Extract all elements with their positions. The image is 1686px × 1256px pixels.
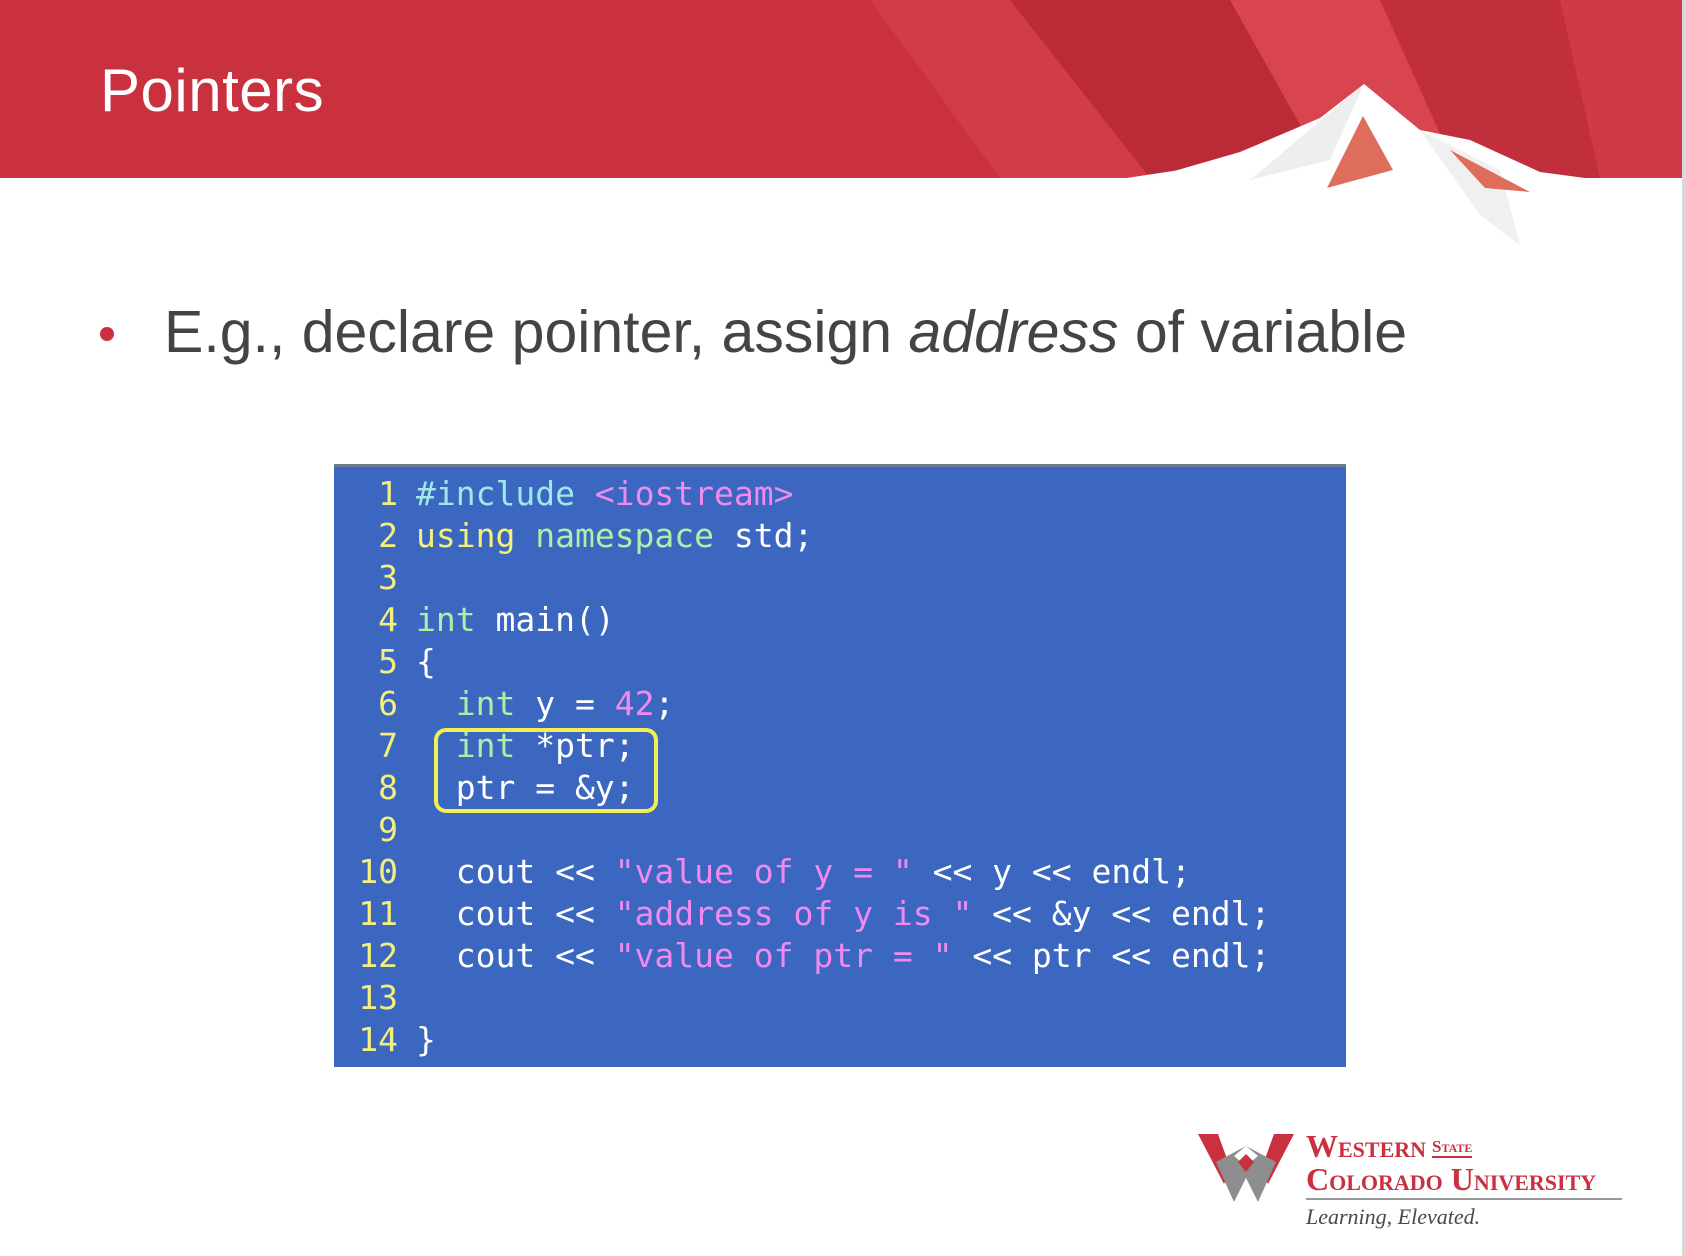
line-number: 9 bbox=[378, 810, 398, 849]
logo-divider bbox=[1306, 1198, 1622, 1200]
code-token: std; bbox=[714, 516, 814, 555]
code-line: 6 int y = 42; bbox=[334, 683, 1270, 725]
logo-line1: Western bbox=[1306, 1128, 1427, 1164]
line-number: 4 bbox=[378, 600, 398, 639]
code-token: "value of y = " bbox=[614, 852, 913, 891]
highlight-box bbox=[434, 728, 658, 813]
code-token: "address of y is " bbox=[614, 894, 973, 933]
line-number: 12 bbox=[358, 936, 398, 975]
line-number: 1 bbox=[378, 474, 398, 513]
code-line: 9 bbox=[334, 809, 1270, 851]
code-line: 2 using namespace std; bbox=[334, 515, 1270, 557]
code-token: "value of ptr = " bbox=[614, 936, 953, 975]
line-number: 7 bbox=[378, 726, 398, 765]
code-token: << y << endl; bbox=[912, 852, 1191, 891]
code-text: int main() bbox=[416, 599, 615, 641]
line-number: 8 bbox=[378, 768, 398, 807]
code-token: using bbox=[416, 516, 516, 555]
code-token: namespace bbox=[535, 516, 715, 555]
university-logo: Western State Colorado University Learnin… bbox=[1198, 1128, 1628, 1238]
slide-edge bbox=[1682, 0, 1686, 1256]
bullet-text-emphasis: address bbox=[908, 299, 1119, 365]
code-text: } bbox=[416, 1019, 436, 1061]
code-token: cout << bbox=[416, 936, 615, 975]
line-number: 10 bbox=[358, 852, 398, 891]
bullet-text: E.g., declare pointer, assign address of… bbox=[164, 298, 1407, 366]
code-token: cout << bbox=[416, 894, 615, 933]
bullet-text-prefix: E.g., declare pointer, assign bbox=[164, 299, 909, 365]
code-text: int y = 42; bbox=[416, 683, 675, 725]
header-banner bbox=[0, 0, 1686, 260]
code-line: 13 bbox=[334, 977, 1270, 1019]
code-text: #include <iostream> bbox=[416, 473, 794, 515]
code-snippet: 1 #include <iostream> 2 using namespace std… bbox=[334, 464, 1346, 1067]
line-number: 6 bbox=[378, 684, 398, 723]
code-token: << &y << endl; bbox=[972, 894, 1271, 933]
code-text: cout << "address of y is " << &y << endl… bbox=[416, 893, 1271, 935]
code-line: 3 bbox=[334, 557, 1270, 599]
code-token: } bbox=[416, 1020, 436, 1059]
code-token: int bbox=[455, 684, 516, 723]
line-number: 13 bbox=[358, 978, 398, 1017]
code-token: <iostream> bbox=[594, 474, 794, 513]
bullet-text-suffix: of variable bbox=[1118, 299, 1408, 365]
code-line: 11 cout << "address of y is " << &y << e… bbox=[334, 893, 1270, 935]
code-text: cout << "value of ptr = " << ptr << endl… bbox=[416, 935, 1271, 977]
line-number: 5 bbox=[378, 642, 398, 681]
line-number: 11 bbox=[358, 894, 398, 933]
code-token: y = bbox=[515, 684, 615, 723]
line-number: 14 bbox=[358, 1020, 398, 1059]
code-token: ; bbox=[654, 684, 675, 723]
code-line: 1 #include <iostream> bbox=[334, 473, 1270, 515]
logo-tagline: Learning, Elevated. bbox=[1306, 1204, 1481, 1229]
code-line: 10 cout << "value of y = " << y << endl; bbox=[334, 851, 1270, 893]
code-token: 42 bbox=[614, 684, 655, 723]
code-line: 14} bbox=[334, 1019, 1270, 1061]
code-text: using namespace std; bbox=[416, 515, 813, 557]
code-text: { bbox=[416, 641, 436, 683]
code-token: << ptr << endl; bbox=[952, 936, 1271, 975]
slide-title: Pointers bbox=[100, 57, 325, 124]
code-token: #include bbox=[416, 474, 575, 513]
bullet-item: E.g., declare pointer, assign address of… bbox=[100, 298, 1407, 366]
w-mountain-icon bbox=[1198, 1134, 1294, 1202]
code-text: cout << "value of y = " << y << endl; bbox=[416, 851, 1191, 893]
bullet-dot-icon bbox=[100, 327, 114, 341]
code-token: { bbox=[416, 642, 436, 681]
slide: Pointers E.g., declare pointer, assign a… bbox=[0, 0, 1686, 1256]
code-line: 5{ bbox=[334, 641, 1270, 683]
logo-line2: Colorado University bbox=[1306, 1161, 1597, 1197]
code-token: cout << bbox=[416, 852, 615, 891]
line-number: 3 bbox=[378, 558, 398, 597]
logo-wordmark: Western State Colorado University bbox=[1306, 1130, 1596, 1196]
code-token: main() bbox=[475, 600, 615, 639]
code-token: int bbox=[416, 600, 476, 639]
logo-state: State bbox=[1432, 1137, 1473, 1158]
code-line: 12 cout << "value of ptr = " << ptr << e… bbox=[334, 935, 1270, 977]
line-number: 2 bbox=[378, 516, 398, 555]
code-line: 4 int main() bbox=[334, 599, 1270, 641]
